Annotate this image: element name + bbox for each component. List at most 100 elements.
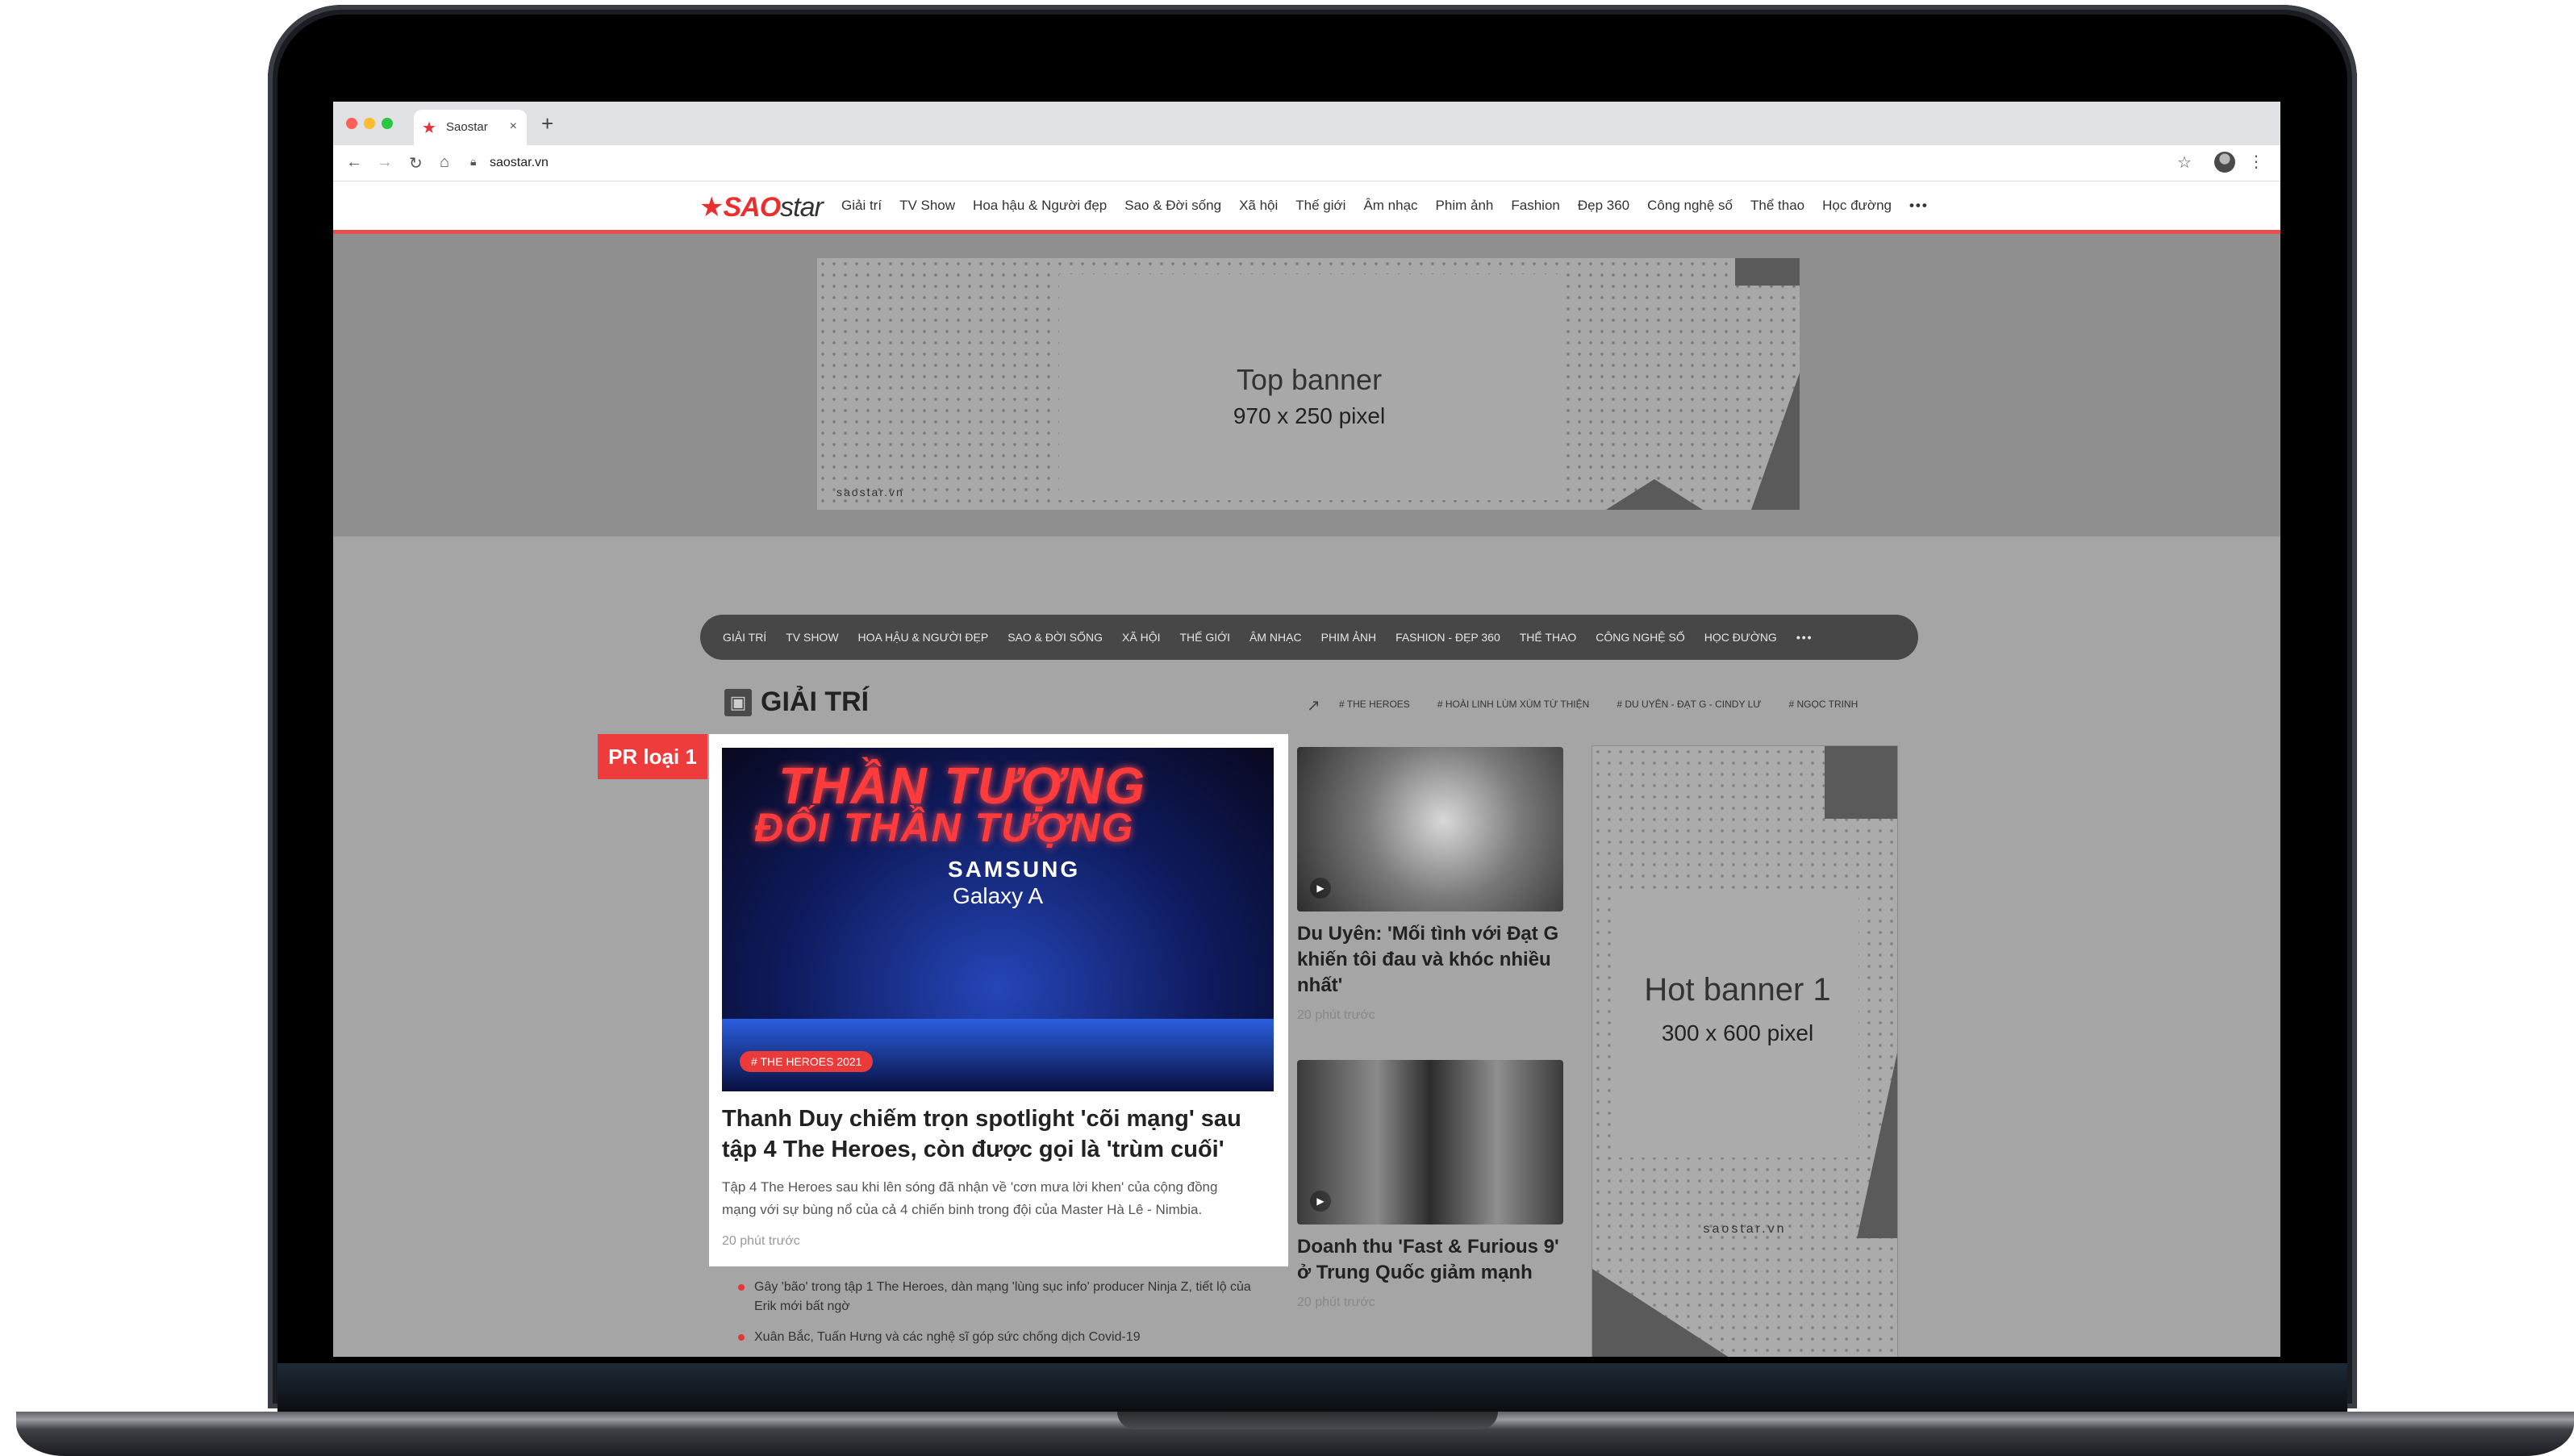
banner-decoration <box>1825 746 1897 819</box>
close-window-button[interactable] <box>346 118 357 129</box>
url-text[interactable]: saostar.vn <box>490 156 549 170</box>
browser-toolbar: ← → ↻ ⌂ 🔒︎ saostar.vn ☆ ⋮ <box>333 145 2280 181</box>
menu-item[interactable]: Thế giới <box>1295 198 1345 214</box>
menu-item[interactable]: Giải trí <box>841 198 882 214</box>
forward-icon[interactable]: → <box>377 153 393 172</box>
category-more-icon[interactable]: ••• <box>1796 631 1813 644</box>
tab-bar: ★ Saostar × + <box>333 102 2280 145</box>
side-article-time: 20 phút trước <box>1297 1008 1375 1022</box>
banner-decoration <box>1592 1269 1729 1357</box>
main-article-excerpt: Tập 4 The Heroes sau khi lên sóng đã nhậ… <box>722 1179 1218 1217</box>
tab-close-icon[interactable]: × <box>510 119 517 134</box>
category-item[interactable]: HỌC ĐƯỜNG <box>1704 631 1777 644</box>
category-item[interactable]: CÔNG NGHỆ SỐ <box>1596 631 1684 644</box>
main-article-title[interactable]: Thanh Duy chiếm trọn spotlight 'cõi mạng… <box>722 1103 1270 1165</box>
laptop-hinge <box>277 1363 2347 1412</box>
hot-banner[interactable]: Hot banner 1 300 x 600 pixel saostar.vn <box>1592 745 1898 1357</box>
menu-item[interactable]: Xã hội <box>1239 198 1278 214</box>
side-article-card[interactable]: ▶ Doanh thu 'Fast & Furious 9' ở Trung Q… <box>1297 1060 1563 1310</box>
logo-secondary-text: star <box>780 192 824 223</box>
menu-item[interactable]: Công nghệ số <box>1647 198 1733 214</box>
side-article-time: 20 phút trước <box>1297 1295 1375 1309</box>
top-banner-title: Top banner <box>1236 363 1383 396</box>
menu-item[interactable]: Hoa hậu & Người đẹp <box>973 198 1107 214</box>
related-item[interactable]: Gây 'bão' trong tập 1 The Heroes, dàn mạ… <box>738 1278 1270 1316</box>
back-icon[interactable]: ← <box>346 153 362 172</box>
hot-banner-title: Hot banner 1 <box>1644 972 1831 1008</box>
laptop-notch <box>1117 1412 1498 1429</box>
side-article-title[interactable]: Du Uyên: 'Mối tình với Đạt G khiến tôi đ… <box>1297 921 1563 999</box>
minimize-window-button[interactable] <box>364 118 375 129</box>
category-item[interactable]: THỂ THAO <box>1520 631 1577 644</box>
main-article-card[interactable]: THẦN TƯỢNG ĐỐI THẦN TƯỢNG SAMSUNG Galaxy… <box>709 734 1288 1266</box>
side-article-card[interactable]: ▶ Du Uyên: 'Mối tình với Đạt G khiến tôi… <box>1297 747 1563 1023</box>
play-icon[interactable]: ▶ <box>1310 1191 1331 1212</box>
pr-label: PR loại 1 <box>598 734 707 779</box>
category-item[interactable]: HOA HẬU & NGƯỜI ĐẸP <box>858 631 989 644</box>
menu-item[interactable]: Đẹp 360 <box>1578 198 1629 214</box>
kebab-icon[interactable]: ⋮ <box>2248 152 2264 172</box>
trending-tag[interactable]: # NGỌC TRINH <box>1789 699 1859 710</box>
category-item[interactable]: XÃ HỘI <box>1122 631 1160 644</box>
bookmark-star-icon[interactable]: ☆ <box>2177 152 2192 173</box>
category-item[interactable]: SAO & ĐỜI SỐNG <box>1007 631 1103 644</box>
banner-decoration <box>1857 1053 1897 1238</box>
category-item[interactable]: ÂM NHẠC <box>1249 631 1302 644</box>
play-icon[interactable]: ▶ <box>1310 878 1331 899</box>
trending-tags: # THE HEROES # HOÀI LINH LÙM XÙM TỪ THIỆ… <box>1339 699 1858 710</box>
site-logo[interactable]: ★SAOstar <box>699 191 824 223</box>
trending-tag[interactable]: # HOÀI LINH LÙM XÙM TỪ THIỆN <box>1437 699 1590 710</box>
top-banner-inner: Top banner 970 x 250 pixel <box>1059 274 1559 500</box>
menu-item[interactable]: Thể thao <box>1750 198 1804 214</box>
menu-item[interactable]: Âm nhạc <box>1363 198 1417 214</box>
side-article-title[interactable]: Doanh thu 'Fast & Furious 9' ở Trung Quố… <box>1297 1234 1563 1286</box>
favicon-star-icon: ★ <box>422 119 436 137</box>
main-menu: Giải trí TV Show Hoa hậu & Người đẹp Sao… <box>841 198 1929 214</box>
banner-decoration <box>1606 479 1703 510</box>
hot-banner-size: 300 x 600 pixel <box>1661 1020 1814 1045</box>
side-article-image[interactable]: ▶ <box>1297 747 1563 912</box>
related-item[interactable]: Xuân Bắc, Tuấn Hưng và các nghệ sĩ góp s… <box>738 1328 1270 1347</box>
article-tag[interactable]: # THE HEROES 2021 <box>740 1051 874 1072</box>
category-item[interactable]: FASHION - ĐẸP 360 <box>1395 631 1500 644</box>
hot-banner-inner: Hot banner 1 300 x 600 pixel <box>1617 891 1859 1158</box>
side-article-image[interactable]: ▶ <box>1297 1060 1563 1224</box>
top-banner[interactable]: Top banner 970 x 250 pixel saostar.vn <box>817 258 1800 510</box>
tab-title: Saostar <box>446 120 488 134</box>
banner-decoration <box>1735 258 1800 286</box>
trending-tag[interactable]: # THE HEROES <box>1339 699 1410 710</box>
avatar[interactable] <box>2214 152 2235 173</box>
trending-tag[interactable]: # DU UYÊN - ĐẠT G - CINDY LƯ <box>1617 699 1761 710</box>
menu-item[interactable]: TV Show <box>899 198 955 214</box>
logo-primary-text: SAO <box>723 192 781 223</box>
category-item[interactable]: TV SHOW <box>786 631 838 644</box>
menu-item[interactable]: Phim ảnh <box>1436 198 1494 214</box>
category-bar: GIẢI TRÍ TV SHOW HOA HẬU & NGƯỜI ĐẸP SAO… <box>700 615 1918 660</box>
lock-icon: 🔒︎ <box>470 155 477 168</box>
menu-item[interactable]: Fashion <box>1511 198 1559 214</box>
section-title[interactable]: GIẢI TRÍ <box>761 686 869 718</box>
image-model-text: Galaxy A <box>953 883 1044 908</box>
hot-banner-watermark: saostar.vn <box>1703 1222 1787 1236</box>
new-tab-button[interactable]: + <box>541 113 553 134</box>
site-header: ★SAOstar Giải trí TV Show Hoa hậu & Ngườ… <box>333 181 2280 234</box>
main-article-image[interactable]: THẦN TƯỢNG ĐỐI THẦN TƯỢNG SAMSUNG Galaxy… <box>722 748 1274 1091</box>
banner-decoration <box>1751 373 1800 510</box>
trending-icon: ↗ <box>1307 697 1320 715</box>
reload-icon[interactable]: ↻ <box>409 153 423 173</box>
top-banner-size: 970 x 250 pixel <box>1233 403 1386 428</box>
maximize-window-button[interactable] <box>382 118 393 129</box>
menu-item[interactable]: Học đường <box>1822 198 1892 214</box>
section-icon: ▣ <box>724 689 752 716</box>
menu-item[interactable]: Sao & Đời sống <box>1124 198 1221 214</box>
related-list: Gây 'bão' trong tập 1 The Heroes, dàn mạ… <box>738 1278 1270 1357</box>
browser-tab[interactable]: ★ Saostar × <box>414 110 527 145</box>
category-item[interactable]: THẾ GIỚI <box>1179 631 1230 644</box>
image-brand-text: SAMSUNG <box>948 857 1081 882</box>
category-item[interactable]: GIẢI TRÍ <box>723 631 766 644</box>
home-icon[interactable]: ⌂ <box>440 153 449 172</box>
top-banner-watermark: saostar.vn <box>836 486 904 499</box>
address-bar[interactable]: 🔒︎ saostar.vn <box>470 152 2124 174</box>
category-item[interactable]: PHIM ẢNH <box>1321 631 1376 644</box>
menu-more-icon[interactable]: ••• <box>1909 198 1929 214</box>
